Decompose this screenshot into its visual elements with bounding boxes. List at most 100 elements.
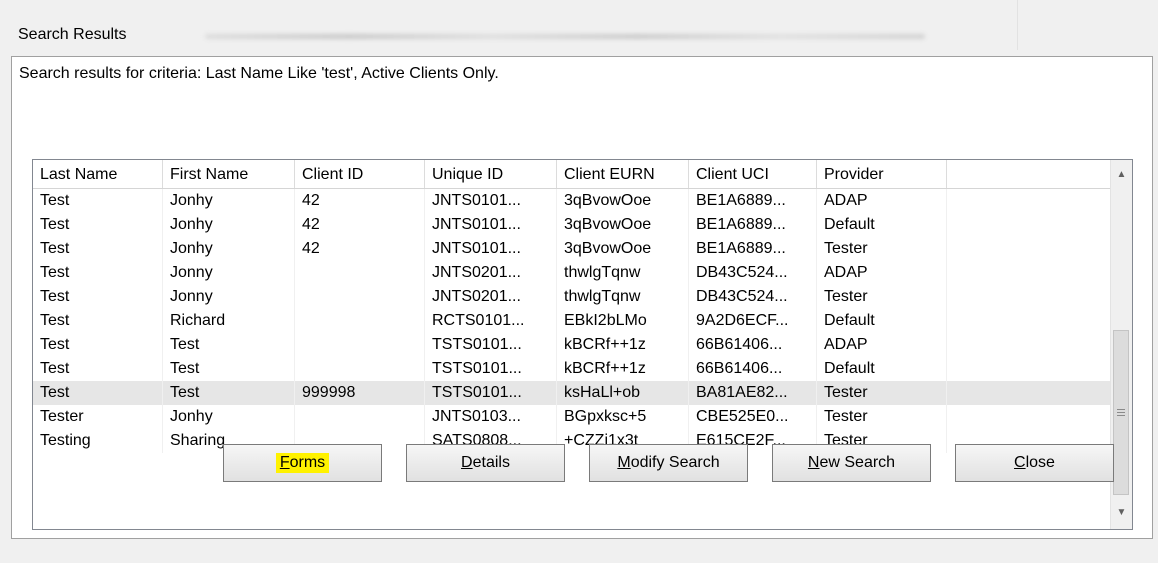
- cell-unique-id: JNTS0201...: [425, 261, 557, 285]
- cell-last-name: Test: [33, 381, 163, 405]
- triangle-up-icon[interactable]: ▲: [1111, 164, 1132, 185]
- new-search-button-label: New Search: [807, 454, 896, 471]
- cell-unique-id: JNTS0103...: [425, 405, 557, 429]
- cell-client-eurn: BGpxksc+5: [557, 405, 689, 429]
- cell-last-name: Test: [33, 357, 163, 381]
- col-header-provider[interactable]: Provider: [817, 160, 947, 188]
- table-row[interactable]: Test Jonhy 42 JNTS0101... 3qBvowOoe BE1A6889.…: [33, 213, 1111, 237]
- table-row[interactable]: Testing Sharing SATS0808... +CZZi1x3t E615CE…: [33, 429, 1111, 453]
- cell-provider: Tester: [817, 381, 947, 405]
- cell-client-id: [295, 405, 425, 429]
- cell-provider: ADAP: [817, 261, 947, 285]
- cell-filler: [947, 333, 1111, 357]
- grip-icon: [1117, 409, 1125, 416]
- cell-client-uci: BE1A6889...: [689, 189, 817, 213]
- cell-last-name: Tester: [33, 405, 163, 429]
- table-row[interactable]: Test Jonhy 42 JNTS0101... 3qBvowOoe BE1A6889.…: [33, 189, 1111, 213]
- cell-client-uci: 66B61406...: [689, 357, 817, 381]
- cell-client-uci: CBE525E0...: [689, 405, 817, 429]
- cell-client-id: 42: [295, 189, 425, 213]
- cell-first-name: Jonhy: [163, 405, 295, 429]
- cell-filler: [947, 261, 1111, 285]
- table-row[interactable]: Test Richard RCTS0101... EBkI2bLMo 9A2D6ECF.…: [33, 309, 1111, 333]
- col-header-client-eurn[interactable]: Client EURN: [557, 160, 689, 188]
- cell-client-uci: 66B61406...: [689, 333, 817, 357]
- cell-client-uci: BE1A6889...: [689, 213, 817, 237]
- col-header-client-id[interactable]: Client ID: [295, 160, 425, 188]
- cell-first-name: Test: [163, 333, 295, 357]
- cell-first-name: Test: [163, 381, 295, 405]
- cell-filler: [947, 213, 1111, 237]
- cell-client-id: [295, 261, 425, 285]
- cell-filler: [947, 405, 1111, 429]
- cell-client-id: 999998: [295, 381, 425, 405]
- cell-first-name: Jonhy: [163, 213, 295, 237]
- triangle-down-icon[interactable]: ▼: [1111, 502, 1132, 523]
- table-row[interactable]: Test Jonny JNTS0201... thwlgTqnw DB43C524...…: [33, 261, 1111, 285]
- cell-last-name: Test: [33, 309, 163, 333]
- cell-provider: Tester: [817, 237, 947, 261]
- col-header-first-name[interactable]: First Name: [163, 160, 295, 188]
- cell-first-name: Jonhy: [163, 189, 295, 213]
- col-header-last-name[interactable]: Last Name: [33, 160, 163, 188]
- modify-search-button[interactable]: Modify Search: [589, 444, 748, 482]
- cell-first-name: Richard: [163, 309, 295, 333]
- cell-provider: Default: [817, 309, 947, 333]
- cell-unique-id: TSTS0101...: [425, 357, 557, 381]
- table-row[interactable]: Test Test TSTS0101... kBCRf++1z 66B61406... D…: [33, 357, 1111, 381]
- table-row[interactable]: Test Test 999998 TSTS0101... ksHaLl+ob BA81AE…: [33, 381, 1111, 405]
- close-button[interactable]: Close: [955, 444, 1114, 482]
- new-search-button[interactable]: New Search: [772, 444, 931, 482]
- title-divider: [1017, 0, 1018, 50]
- cell-provider: ADAP: [817, 333, 947, 357]
- cell-last-name: Test: [33, 237, 163, 261]
- col-header-unique-id[interactable]: Unique ID: [425, 160, 557, 188]
- cell-last-name: Testing: [33, 429, 163, 453]
- col-header-client-uci[interactable]: Client UCI: [689, 160, 817, 188]
- cell-first-name: Test: [163, 357, 295, 381]
- cell-filler: [947, 189, 1111, 213]
- cell-provider: Default: [817, 213, 947, 237]
- cell-unique-id: JNTS0101...: [425, 189, 557, 213]
- cell-client-eurn: kBCRf++1z: [557, 357, 689, 381]
- cell-client-eurn: kBCRf++1z: [557, 333, 689, 357]
- cell-client-eurn: EBkI2bLMo: [557, 309, 689, 333]
- scroll-thumb[interactable]: [1113, 330, 1129, 495]
- blurred-title-text: [205, 34, 925, 39]
- cell-client-id: [295, 333, 425, 357]
- cell-last-name: Test: [33, 261, 163, 285]
- cell-filler: [947, 309, 1111, 333]
- table-row[interactable]: Test Jonhy 42 JNTS0101... 3qBvowOoe BE1A6889.…: [33, 237, 1111, 261]
- cell-client-eurn: 3qBvowOoe: [557, 213, 689, 237]
- table-row[interactable]: Test Test TSTS0101... kBCRf++1z 66B61406... A…: [33, 333, 1111, 357]
- cell-last-name: Test: [33, 189, 163, 213]
- details-button[interactable]: Details: [406, 444, 565, 482]
- cell-client-id: [295, 309, 425, 333]
- forms-button-label: Forms: [275, 453, 330, 473]
- cell-unique-id: JNTS0201...: [425, 285, 557, 309]
- cell-client-eurn: ksHaLl+ob: [557, 381, 689, 405]
- close-button-label: Close: [1014, 454, 1055, 471]
- title-bar: Search Results: [0, 0, 1158, 50]
- forms-button[interactable]: Forms: [223, 444, 382, 482]
- cell-client-eurn: thwlgTqnw: [557, 285, 689, 309]
- details-button-label: Details: [461, 454, 510, 471]
- cell-client-eurn: 3qBvowOoe: [557, 237, 689, 261]
- criteria-text: Search results for criteria: Last Name L…: [19, 65, 499, 82]
- table-row[interactable]: Test Jonny JNTS0201... thwlgTqnw DB43C524...…: [33, 285, 1111, 309]
- cell-filler: [947, 381, 1111, 405]
- cell-first-name: Jonhy: [163, 237, 295, 261]
- cell-client-id: 42: [295, 237, 425, 261]
- cell-unique-id: JNTS0101...: [425, 213, 557, 237]
- cell-unique-id: RCTS0101...: [425, 309, 557, 333]
- cell-filler: [947, 357, 1111, 381]
- cell-client-uci: BE1A6889...: [689, 237, 817, 261]
- col-header-filler: [947, 160, 1111, 188]
- window-title: Search Results: [18, 26, 127, 43]
- cell-client-eurn: 3qBvowOoe: [557, 189, 689, 213]
- cell-unique-id: TSTS0101...: [425, 381, 557, 405]
- table-row[interactable]: Tester Jonhy JNTS0103... BGpxksc+5 CBE525E0.…: [33, 405, 1111, 429]
- cell-client-uci: BA81AE82...: [689, 381, 817, 405]
- cell-unique-id: TSTS0101...: [425, 333, 557, 357]
- modify-search-button-label: Modify Search: [617, 454, 720, 471]
